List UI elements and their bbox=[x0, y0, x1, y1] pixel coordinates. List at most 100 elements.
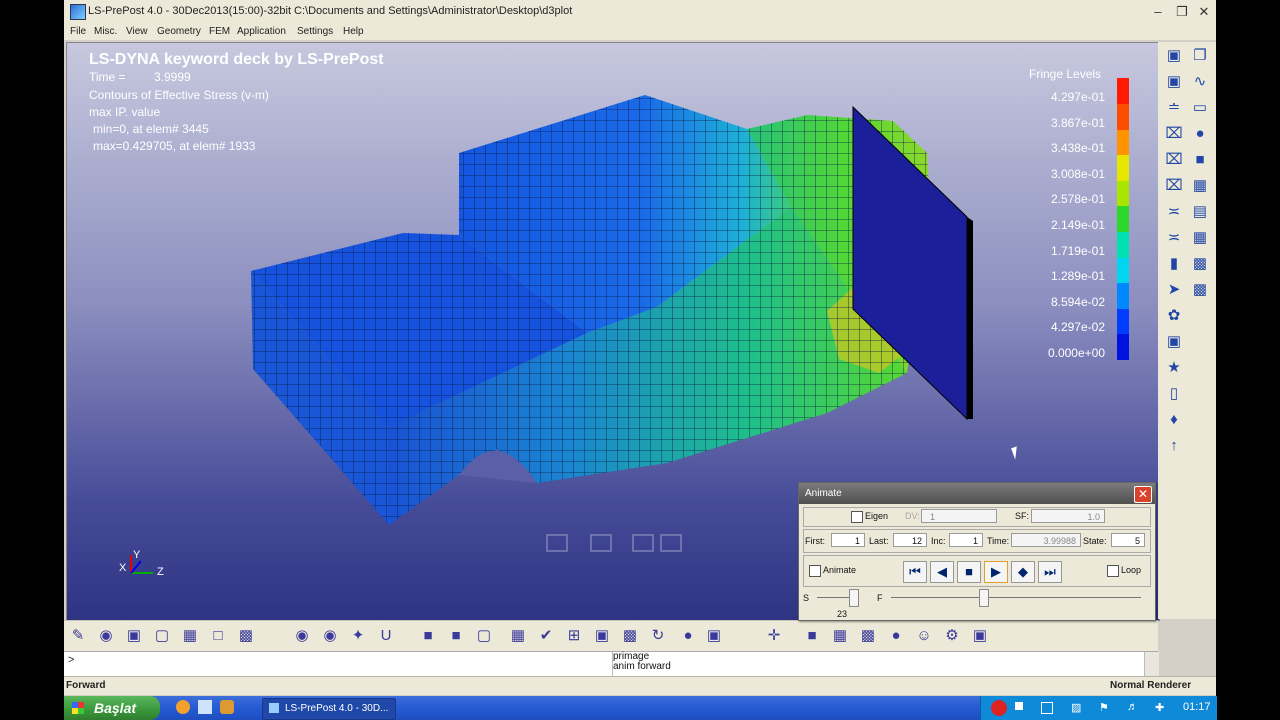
copy-icon[interactable]: ❐ bbox=[1190, 46, 1210, 66]
menu-file[interactable]: File bbox=[70, 26, 86, 37]
measure-icon[interactable]: ▣ bbox=[1164, 332, 1184, 352]
fringe-bar-icon[interactable]: ▮ bbox=[1164, 254, 1184, 274]
gear-icon[interactable]: ⚙ bbox=[942, 626, 962, 646]
xy-plot-icon[interactable]: ⌧ bbox=[1164, 124, 1184, 144]
dv-select[interactable]: 1 bbox=[921, 509, 997, 523]
box-icon[interactable]: ▣ bbox=[704, 626, 724, 646]
last-field[interactable]: 12 bbox=[893, 533, 927, 547]
cube-wire-icon[interactable]: ▢ bbox=[152, 626, 172, 646]
fringe-comp-icon[interactable]: ▩ bbox=[1190, 254, 1210, 274]
zoom-fit-icon[interactable]: ▩ bbox=[620, 626, 640, 646]
user-icon[interactable]: U bbox=[376, 626, 396, 646]
flow-icon[interactable]: ★ bbox=[1164, 358, 1184, 378]
people-icon[interactable]: ☺ bbox=[914, 626, 934, 646]
play-forward-button[interactable]: ▶ bbox=[984, 561, 1008, 583]
rotate-icon[interactable]: ↻ bbox=[648, 626, 668, 646]
zoom-in-icon[interactable]: ⊞ bbox=[564, 626, 584, 646]
trace-icon[interactable]: ≍ bbox=[1164, 228, 1184, 248]
select-icon[interactable]: ✎ bbox=[68, 626, 88, 646]
taskbar-app-button[interactable]: LS-PrePost 4.0 - 30D... bbox=[262, 698, 396, 720]
maximize-button[interactable]: ❐ bbox=[1172, 3, 1192, 20]
last-frame-button[interactable]: ⏭ bbox=[1038, 561, 1062, 583]
top-view-icon[interactable]: ■ bbox=[418, 626, 438, 646]
cube-hidden-icon[interactable]: ▦ bbox=[180, 626, 200, 646]
elem-edit-icon[interactable]: ≐ bbox=[1164, 98, 1184, 118]
step-back-button[interactable]: ◀ bbox=[930, 561, 954, 583]
minimize-button[interactable]: – bbox=[1148, 3, 1168, 20]
first-field[interactable]: 1 bbox=[831, 533, 865, 547]
state-field[interactable]: 5 bbox=[1111, 533, 1145, 547]
language-icon[interactable]: ✚ bbox=[1155, 701, 1167, 714]
cube-outline-icon[interactable]: □ bbox=[208, 626, 228, 646]
curve-icon[interactable]: ∿ bbox=[1190, 72, 1210, 92]
parts-icon[interactable]: ▣ bbox=[1164, 72, 1184, 92]
mesh-sphere-icon[interactable]: ◉ bbox=[292, 626, 312, 646]
wire-box-icon[interactable]: ▦ bbox=[830, 626, 850, 646]
close-icon[interactable]: ✕ bbox=[1134, 486, 1152, 503]
vector-icon[interactable]: ➤ bbox=[1164, 280, 1184, 300]
first-frame-button[interactable]: ⏮ bbox=[903, 561, 927, 583]
inc-field[interactable]: 1 bbox=[949, 533, 983, 547]
history-icon[interactable]: ⌧ bbox=[1164, 150, 1184, 170]
ortho-icon[interactable]: ▦ bbox=[508, 626, 528, 646]
loop-checkbox[interactable] bbox=[1107, 565, 1119, 577]
cube-icon[interactable]: ■ bbox=[1190, 150, 1210, 170]
iso-view-icon[interactable]: ▢ bbox=[474, 626, 494, 646]
security-icon[interactable]: ⚑ bbox=[1099, 701, 1111, 714]
menu-fem[interactable]: FEM bbox=[209, 26, 230, 37]
animate-checkbox[interactable] bbox=[809, 565, 821, 577]
frame-slider-track[interactable] bbox=[891, 597, 1141, 598]
eraser-icon[interactable]: ▭ bbox=[1190, 98, 1210, 118]
menu-geometry[interactable]: Geometry bbox=[157, 26, 201, 37]
network-icon[interactable]: ▨ bbox=[1071, 701, 1083, 714]
volume-icon[interactable]: ♬ bbox=[1127, 701, 1139, 713]
menu-view[interactable]: View bbox=[126, 26, 148, 37]
deform-icon[interactable]: ✿ bbox=[1164, 306, 1184, 326]
menu-help[interactable]: Help bbox=[343, 26, 364, 37]
cube-shaded-icon[interactable]: ▣ bbox=[124, 626, 144, 646]
cube-blue-icon[interactable]: ■ bbox=[802, 626, 822, 646]
identify-icon[interactable]: ↑ bbox=[1164, 436, 1184, 456]
start-button[interactable]: Başlat bbox=[64, 696, 160, 720]
menu-misc[interactable]: Misc. bbox=[94, 26, 117, 37]
mesh-sphere2-icon[interactable]: ◉ bbox=[320, 626, 340, 646]
desktop-icon[interactable] bbox=[198, 700, 212, 714]
section-icon[interactable]: ≍ bbox=[1164, 202, 1184, 222]
move-icon[interactable]: ✛ bbox=[764, 626, 784, 646]
zoom-box-icon[interactable]: ▣ bbox=[592, 626, 612, 646]
speed-slider-thumb[interactable] bbox=[849, 589, 859, 607]
history-scrollbar[interactable] bbox=[1144, 652, 1159, 676]
image-icon[interactable]: ▣ bbox=[970, 626, 990, 646]
mesh-tool-icon[interactable]: ▤ bbox=[1190, 202, 1210, 222]
ascii-icon[interactable]: ⌧ bbox=[1164, 176, 1184, 196]
model-part-icon[interactable]: ▣ bbox=[1164, 46, 1184, 66]
time-field[interactable]: 3.99988 bbox=[1011, 533, 1081, 547]
menu-settings[interactable]: Settings bbox=[297, 26, 333, 37]
close-button[interactable]: ✕ bbox=[1194, 3, 1214, 20]
window-tray-icon[interactable] bbox=[1041, 702, 1053, 714]
sphere-icon[interactable]: ● bbox=[1190, 124, 1210, 144]
ping-pong-button[interactable]: ◆ bbox=[1011, 561, 1035, 583]
eigen-checkbox[interactable] bbox=[851, 511, 863, 523]
cube-feature-icon[interactable]: ▩ bbox=[236, 626, 256, 646]
triad-icon[interactable]: ✦ bbox=[348, 626, 368, 646]
stop-button[interactable]: ■ bbox=[957, 561, 981, 583]
record-icon[interactable] bbox=[991, 700, 1007, 716]
split-icon[interactable]: ♦ bbox=[1164, 410, 1184, 430]
checker-icon[interactable]: ▩ bbox=[858, 626, 878, 646]
front-view-icon[interactable]: ■ bbox=[446, 626, 466, 646]
command-prompt[interactable]: > bbox=[68, 654, 74, 666]
frame-slider-thumb[interactable] bbox=[979, 589, 989, 607]
blob-icon[interactable]: ● bbox=[886, 626, 906, 646]
pick-icon[interactable]: ✔ bbox=[536, 626, 556, 646]
grid-icon[interactable]: ▦ bbox=[1190, 228, 1210, 248]
media-icon[interactable] bbox=[220, 700, 234, 714]
browser-icon[interactable] bbox=[176, 700, 190, 714]
sf-field[interactable]: 1.0 bbox=[1031, 509, 1105, 523]
mesh-icon[interactable]: ▦ bbox=[1190, 176, 1210, 196]
group-icon[interactable]: ▯ bbox=[1164, 384, 1184, 404]
animate-dialog-titlebar[interactable]: Animate bbox=[799, 483, 1155, 504]
material-icon[interactable]: ▩ bbox=[1190, 280, 1210, 300]
stop-icon[interactable] bbox=[1015, 702, 1023, 710]
wire-sphere-icon[interactable]: ◉ bbox=[96, 626, 116, 646]
